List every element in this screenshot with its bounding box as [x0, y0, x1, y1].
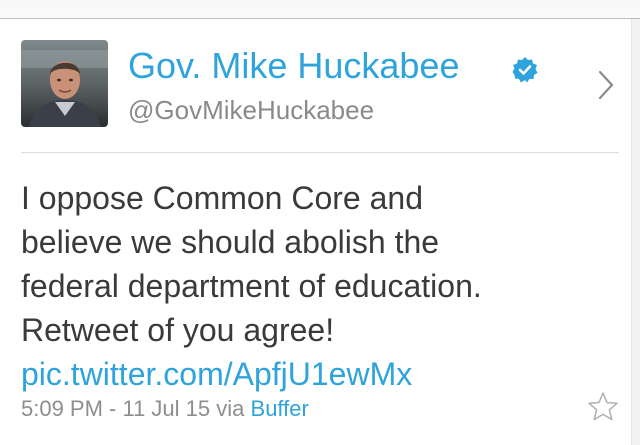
top-divider — [0, 18, 640, 19]
verified-badge-icon — [512, 57, 538, 83]
tweet-text-line: federal department of education. — [21, 268, 482, 304]
header-divider — [21, 152, 619, 153]
tweet-meta: 5:09 PM - 11 Jul 15 via Buffer — [21, 394, 309, 424]
tweet-text-line: believe we should abolish the — [21, 224, 440, 260]
via-label: via — [216, 396, 245, 421]
display-name[interactable]: Gov. Mike Huckabee — [128, 44, 459, 88]
top-bar — [0, 0, 640, 18]
media-link[interactable]: pic.twitter.com/ApfjU1ewMx — [21, 352, 601, 396]
tweet-text: I oppose Common Core and believe we shou… — [21, 176, 601, 396]
tweet-text-line: I oppose Common Core and — [21, 180, 423, 216]
timestamp: 5:09 PM - 11 Jul 15 — [21, 396, 211, 421]
user-handle[interactable]: @GovMikeHuckabee — [128, 94, 374, 126]
scroll-strip — [631, 19, 640, 445]
avatar[interactable] — [21, 40, 108, 127]
source-link[interactable]: Buffer — [251, 396, 309, 421]
chevron-right-icon[interactable] — [596, 68, 616, 102]
tweet-text-line: Retweet of you agree! — [21, 312, 335, 348]
star-icon[interactable] — [586, 390, 620, 424]
